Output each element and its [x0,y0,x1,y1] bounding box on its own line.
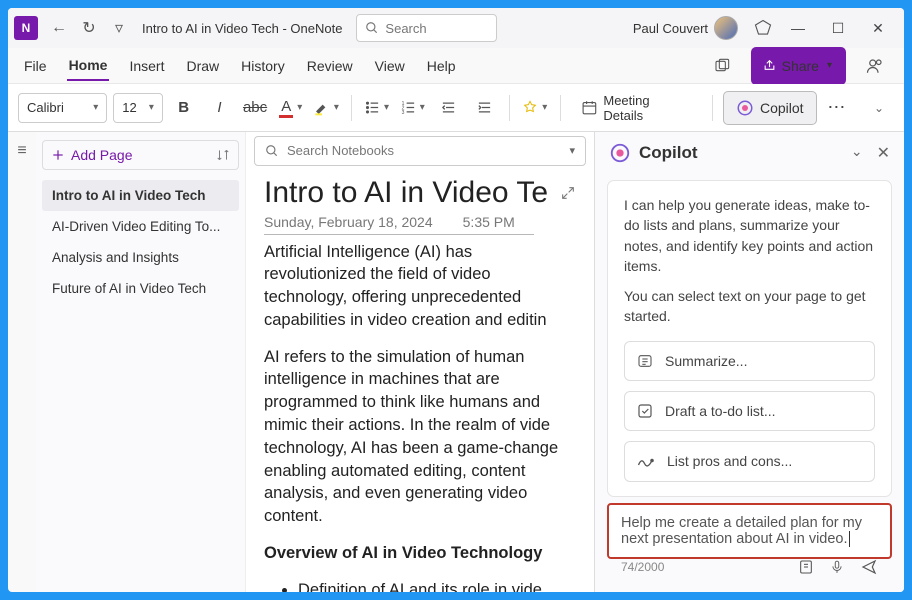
title-bar: N ← ↻ ▿ Intro to AI in Video Tech - OneN… [8,8,904,48]
strikethrough-button[interactable]: abc [240,93,270,123]
close-button[interactable]: ✕ [858,10,898,46]
share-button[interactable]: Share ▾ [751,47,846,85]
nav-toggle[interactable]: ≡ [8,132,36,592]
copilot-toolbar-button[interactable]: Copilot [723,91,817,125]
font-color-button[interactable]: A [276,93,306,123]
expand-icon[interactable] [560,185,576,201]
indent-button[interactable] [469,93,499,123]
page-list-sidebar: Add Page Intro to AI in Video Tech AI-Dr… [36,132,246,592]
page-item[interactable]: Analysis and Insights [42,242,239,273]
calendar-icon [581,99,598,116]
chevron-down-icon[interactable]: ⌄ [851,143,863,163]
menu-history[interactable]: History [239,52,287,80]
plus-icon [51,148,65,162]
copilot-intro-text: I can help you generate ideas, make to-d… [624,195,875,276]
user-account[interactable]: Paul Couvert [633,16,738,40]
note-body[interactable]: Intro to AI in Video Te Sunday, February… [246,170,594,592]
list-icon [637,353,653,369]
copilot-suggestion-todo[interactable]: Draft a to-do list... [624,391,875,431]
open-in-app-icon[interactable] [707,51,737,81]
copilot-prompt-input[interactable]: Help me create a detailed plan for my ne… [607,503,892,559]
collapse-ribbon-button[interactable]: ⌄ [864,93,894,123]
search-icon [265,144,279,158]
italic-button[interactable]: I [205,93,235,123]
bullet-list-button[interactable] [362,93,392,123]
more-button[interactable]: ⋯ [823,93,853,123]
copilot-suggestion-proscons[interactable]: List pros and cons... [624,441,875,481]
outdent-button[interactable] [434,93,464,123]
note-time: 5:35 PM [463,214,515,230]
chevron-down-icon[interactable]: ▾ [569,144,575,157]
note-heading[interactable]: Overview of AI in Video Technology [264,544,542,562]
note-date: Sunday, February 18, 2024 [264,214,433,230]
menu-bar: File Home Insert Draw History Review Vie… [8,48,904,84]
tags-button[interactable] [520,93,550,123]
refresh-button[interactable]: ↻ [74,13,104,43]
copilot-panel: Copilot ⌄ ✕ I can help you generate idea… [594,132,904,592]
bold-button[interactable]: B [169,93,199,123]
note-list-item[interactable]: Definition of AI and its role in vide cr… [298,579,576,592]
avatar [714,16,738,40]
note-paragraph[interactable]: Artificial Intelligence (AI) has revolut… [264,241,576,332]
menu-review[interactable]: Review [305,52,355,80]
checkbox-icon [637,403,653,419]
send-button[interactable] [860,559,878,575]
note-content-area: Search Notebooks ▾ Intro to AI in Video … [246,132,594,592]
menu-insert[interactable]: Insert [127,52,166,80]
app-window: N ← ↻ ▿ Intro to AI in Video Tech - OneN… [8,8,904,592]
copilot-icon [736,99,754,117]
dropdown-button[interactable]: ▿ [104,13,134,43]
premium-icon[interactable] [748,13,778,43]
close-icon[interactable]: ✕ [877,143,890,163]
menu-file[interactable]: File [22,52,49,80]
highlighter-icon [314,100,330,116]
page-item[interactable]: AI-Driven Video Editing To... [42,211,239,242]
sort-icon[interactable] [216,148,230,162]
page-item[interactable]: Intro to AI in Video Tech [42,180,239,211]
notebook-context-icon[interactable] [798,559,814,575]
font-family-select[interactable]: Calibri▾ [18,93,107,123]
people-icon[interactable] [860,51,890,81]
notebook-search-input[interactable]: Search Notebooks ▾ [254,136,586,166]
document-title: Intro to AI in Video Tech - OneNote [142,21,342,36]
onenote-app-icon: N [14,16,38,40]
menu-view[interactable]: View [373,52,407,80]
meeting-details-button[interactable]: Meeting Details [571,92,702,124]
copilot-intro-card: I can help you generate ideas, make to-d… [607,180,892,497]
menu-draw[interactable]: Draw [184,52,221,80]
highlight-button[interactable] [312,93,342,123]
main-area: ≡ Add Page Intro to AI in Video Tech AI-… [8,132,904,592]
numbered-list-button[interactable]: 123 [398,93,428,123]
microphone-icon[interactable] [830,559,844,575]
character-counter: 74/2000 [621,560,664,574]
back-button[interactable]: ← [44,13,74,43]
search-icon [365,21,379,35]
copilot-input-footer: 74/2000 [607,559,892,583]
share-icon [763,59,776,72]
menu-home[interactable]: Home [67,51,110,81]
menu-help[interactable]: Help [425,52,458,80]
copilot-title: Copilot [639,143,698,163]
minimize-button[interactable]: — [778,10,818,46]
format-toolbar: Calibri▾ 12▾ B I abc A 123 Me [8,84,904,132]
copilot-intro-text: You can select text on your page to get … [624,286,875,327]
page-item[interactable]: Future of AI in Video Tech [42,273,239,304]
add-page-button[interactable]: Add Page [42,140,239,170]
copilot-suggestion-summarize[interactable]: Summarize... [624,341,875,381]
note-title[interactable]: Intro to AI in Video Te [264,176,548,210]
note-paragraph[interactable]: AI refers to the simulation of human int… [264,346,576,528]
wave-icon [637,455,655,469]
font-size-select[interactable]: 12▾ [113,93,163,123]
svg-text:3: 3 [401,110,404,115]
global-search-input[interactable]: Search [356,14,496,42]
maximize-button[interactable]: ☐ [818,10,858,46]
copilot-header: Copilot ⌄ ✕ [595,132,904,174]
copilot-logo-icon [609,142,631,164]
